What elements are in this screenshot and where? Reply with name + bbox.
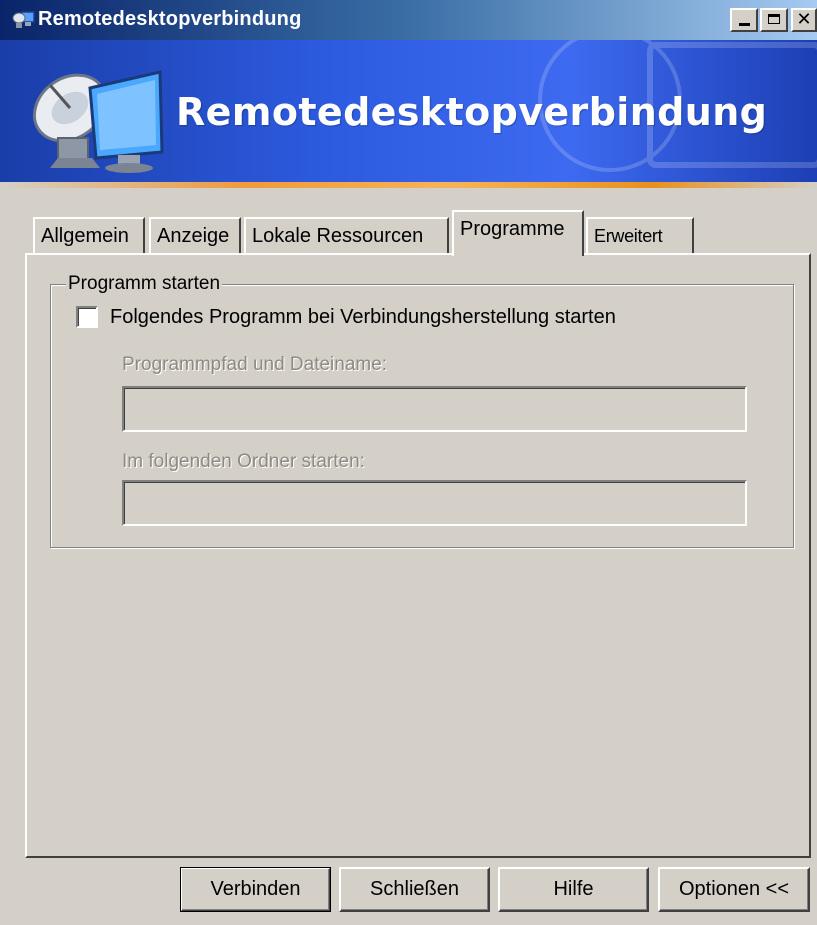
title-bar[interactable]: Remotedesktopverbindung ✕ — [0, 0, 817, 40]
start-program-checkbox[interactable] — [76, 306, 98, 328]
start-folder-input[interactable] — [122, 480, 747, 526]
minimize-icon — [739, 23, 750, 26]
header-banner: Remotedesktopverbindung — [0, 40, 817, 182]
connect-button[interactable]: Verbinden — [180, 867, 331, 912]
remote-desktop-icon — [12, 11, 35, 28]
program-path-label: Programmpfad und Dateiname: — [122, 354, 388, 375]
tab-programme[interactable]: Programme — [452, 210, 584, 256]
maximize-button[interactable] — [760, 8, 788, 32]
banner-title: Remotedesktopverbindung — [176, 90, 768, 134]
start-folder-label: Im folgenden Ordner starten: — [122, 451, 365, 472]
help-button[interactable]: Hilfe — [498, 867, 649, 912]
tab-label: Erweitert — [594, 226, 663, 246]
options-button[interactable]: Optionen << — [658, 867, 810, 912]
window-title: Remotedesktopverbindung — [38, 8, 302, 30]
tab-allgemein[interactable]: Allgemein — [33, 217, 145, 253]
close-button[interactable]: Schließen — [339, 867, 490, 912]
close-icon: ✕ — [796, 9, 812, 30]
tab-label: Programme — [460, 218, 565, 240]
tab-lokale-ressourcen[interactable]: Lokale Ressourcen — [244, 217, 449, 253]
remote-desktop-satellite-monitor-icon — [32, 70, 164, 173]
tab-label: Anzeige — [157, 225, 230, 247]
close-window-button[interactable]: ✕ — [791, 8, 817, 32]
tab-anzeige[interactable]: Anzeige — [149, 217, 241, 253]
tab-label: Allgemein — [41, 225, 129, 247]
banner-accent-strip — [0, 182, 817, 188]
tab-erweitert[interactable]: Erweitert — [586, 217, 694, 253]
program-path-input[interactable] — [122, 386, 747, 432]
remote-desktop-window: Remotedesktopverbindung ✕ Remotedesktopv… — [0, 0, 817, 925]
tab-label: Lokale Ressourcen — [252, 225, 424, 247]
minimize-button[interactable] — [730, 8, 758, 32]
maximize-icon — [768, 14, 780, 24]
groupbox-legend: Programm starten — [66, 273, 223, 295]
start-program-checkbox-label[interactable]: Folgendes Programm bei Verbindungsherste… — [110, 306, 616, 329]
